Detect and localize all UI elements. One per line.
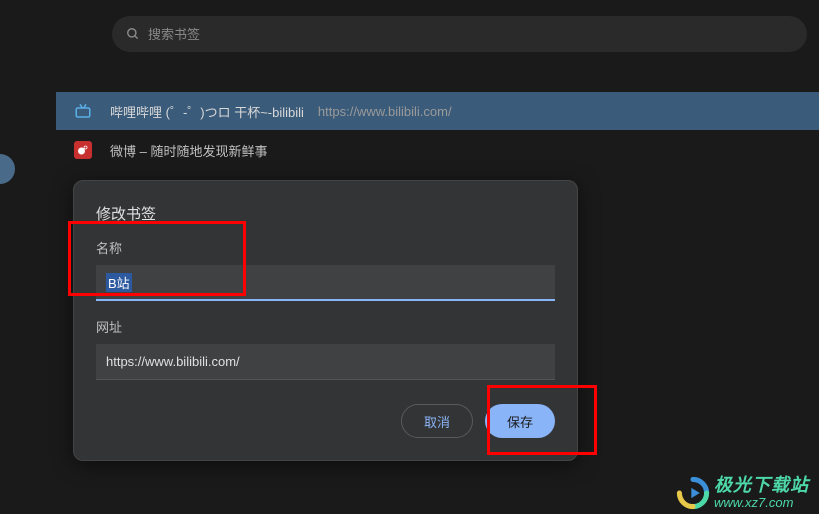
bookmark-item-weibo[interactable]: 微博 – 随时随地发现新鲜事 <box>56 131 819 169</box>
dialog-actions: 取消 保存 <box>96 404 555 438</box>
name-label: 名称 <box>96 238 555 257</box>
search-icon <box>126 27 140 41</box>
url-field-group: 网址 <box>96 317 555 380</box>
side-indicator <box>0 154 15 184</box>
watermark-logo-icon <box>676 476 710 510</box>
weibo-icon <box>74 141 92 159</box>
name-field-group: 名称 B站 <box>96 238 555 301</box>
bookmark-title: 微博 – 随时随地发现新鲜事 <box>110 141 267 160</box>
search-bar[interactable] <box>112 16 807 52</box>
bilibili-tv-icon <box>74 102 92 120</box>
url-label: 网址 <box>96 317 555 336</box>
bookmark-item-bilibili[interactable]: 哔哩哔哩 (゜-゜)つロ 干杯~-bilibili https://www.bi… <box>56 92 819 130</box>
watermark-title: 极光下载站 <box>714 476 809 496</box>
search-input[interactable] <box>148 27 793 42</box>
save-button[interactable]: 保存 <box>485 404 555 438</box>
watermark-url: www.xz7.com <box>714 496 809 510</box>
name-input-selection: B站 <box>106 273 132 292</box>
bookmark-url: https://www.bilibili.com/ <box>318 104 452 119</box>
url-input[interactable] <box>96 344 555 380</box>
bookmark-title: 哔哩哔哩 (゜-゜)つロ 干杯~-bilibili <box>110 102 304 121</box>
edit-bookmark-dialog: 修改书签 名称 B站 网址 取消 保存 <box>73 180 578 461</box>
dialog-title: 修改书签 <box>96 203 555 224</box>
cancel-button[interactable]: 取消 <box>401 404 473 438</box>
name-input[interactable]: B站 <box>96 265 555 301</box>
watermark: 极光下载站 www.xz7.com <box>676 476 809 510</box>
